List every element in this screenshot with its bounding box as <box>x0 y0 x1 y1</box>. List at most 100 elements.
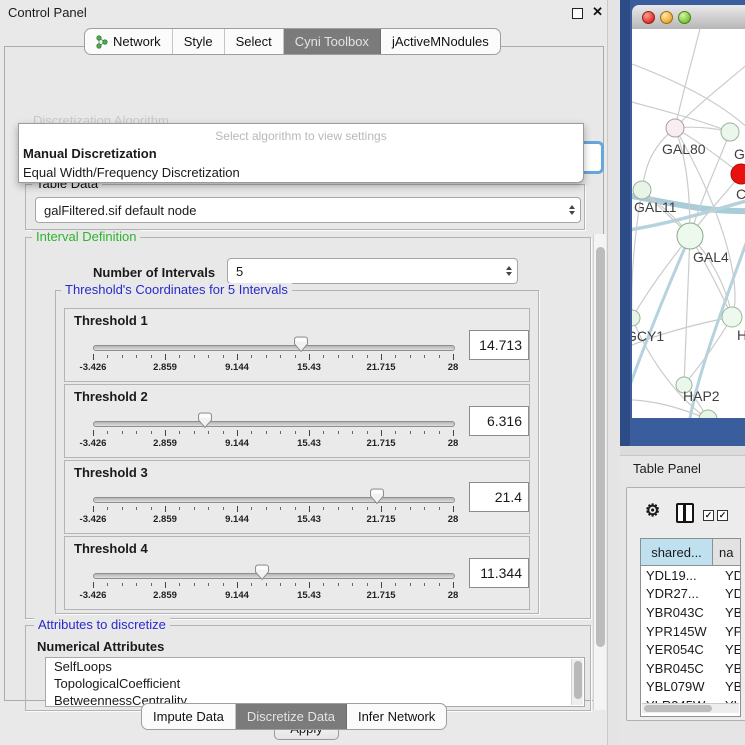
table-panel-title: Table Panel <box>633 461 701 476</box>
close-icon[interactable]: ✕ <box>592 4 603 20</box>
network-node-bottom-node[interactable] <box>699 410 717 418</box>
columns-icon[interactable] <box>676 503 694 523</box>
threshold-slider-track[interactable] <box>93 497 455 503</box>
bottom-tab-bar: Impute DataDiscretize DataInfer Network <box>141 703 447 730</box>
tab-discretize-data[interactable]: Discretize Data <box>236 704 347 729</box>
table-hscrollbar[interactable] <box>642 703 739 713</box>
threshold-slider-thumb[interactable] <box>254 564 270 581</box>
cell-name[interactable]: YER0 <box>718 640 740 659</box>
tick-mark <box>194 507 195 510</box>
threshold-slider-track[interactable] <box>93 345 455 351</box>
attribute-item-topologicalcoefficient[interactable]: TopologicalCoefficient <box>46 675 584 692</box>
checkbox-icon[interactable]: ✓ <box>717 510 728 521</box>
threshold-label: Threshold 3 <box>74 465 148 480</box>
scrollbar-thumb[interactable] <box>574 661 582 699</box>
network-canvas[interactable]: GAL80GACGAL11GAL4GCY1HHAP2 <box>632 29 745 418</box>
attribute-item-selfloops[interactable]: SelfLoops <box>46 658 584 675</box>
threshold-slider-track[interactable] <box>93 573 455 579</box>
table-row[interactable]: YBR045CYBR0 <box>641 659 740 678</box>
scrollbar-thumb[interactable] <box>644 705 712 712</box>
threshold-slider-thumb[interactable] <box>369 488 385 505</box>
tick-mark <box>237 354 238 360</box>
cell-name[interactable]: YBR0 <box>718 603 740 622</box>
table-row[interactable]: YDR27...YDR2 <box>641 585 740 604</box>
tick-label: 15.43 <box>297 514 321 525</box>
cell-name[interactable]: YDR2 <box>718 585 740 604</box>
threshold-slider-thumb[interactable] <box>293 336 309 353</box>
algorithm-option-manual-discretization[interactable]: Manual Discretization <box>19 145 583 162</box>
tick-label: -3.426 <box>80 438 107 449</box>
attributes-scrollbar[interactable] <box>571 659 583 705</box>
threshold-slider-track[interactable] <box>93 421 455 427</box>
tab-cyni-toolbox[interactable]: Cyni Toolbox <box>284 29 381 54</box>
table-row[interactable]: YPR145WYPR1 <box>641 622 740 641</box>
network-node-gcy1[interactable] <box>632 310 640 326</box>
network-node-top-node[interactable] <box>721 123 739 141</box>
network-window-titlebar[interactable] <box>632 5 745 30</box>
tab-impute-data[interactable]: Impute Data <box>142 704 236 729</box>
spinner-icon[interactable] <box>564 205 580 215</box>
network-node-gal80[interactable] <box>666 119 684 137</box>
cell-shared-name[interactable]: YBR045C <box>641 659 718 678</box>
tick-mark <box>194 431 195 434</box>
cell-name[interactable]: YDL1 <box>718 566 740 585</box>
tab-network[interactable]: Network <box>85 29 173 54</box>
cell-name[interactable]: YBL0 <box>718 678 740 697</box>
number-of-intervals-combobox[interactable]: 5 <box>227 258 518 284</box>
threshold-value-field[interactable]: 21.4 <box>469 482 529 512</box>
tab-style[interactable]: Style <box>173 29 225 54</box>
threshold-slider-thumb[interactable] <box>197 412 213 429</box>
cell-name[interactable]: YPR1 <box>718 622 740 641</box>
algorithm-option-equal-width-frequency-discretization[interactable]: Equal Width/Frequency Discretization <box>19 164 583 181</box>
network-node-gal4[interactable] <box>677 223 703 249</box>
tick-label: 28 <box>448 590 459 601</box>
cell-shared-name[interactable]: YER054C <box>641 640 718 659</box>
tick-mark <box>323 507 324 510</box>
threshold-value-field[interactable]: 6.316 <box>469 406 529 436</box>
minimize-traffic-light[interactable] <box>660 11 673 24</box>
tick-mark <box>424 431 425 434</box>
table-row[interactable]: YDL19...YDL1 <box>641 566 740 585</box>
slider-tick-labels: -3.4262.8599.14415.4321.71528 <box>93 590 453 602</box>
tick-mark <box>165 506 166 512</box>
tick-mark <box>381 506 382 512</box>
numerical-attributes-list[interactable]: SelfLoopsTopologicalCoefficientBetweenne… <box>45 657 585 707</box>
close-traffic-light[interactable] <box>642 11 655 24</box>
tick-mark <box>107 431 108 434</box>
tab-jactivemnodules[interactable]: jActiveMNodules <box>381 29 500 54</box>
table-row[interactable]: YER054CYER0 <box>641 640 740 659</box>
threshold-value-field[interactable]: 14.713 <box>469 330 529 360</box>
cell-shared-name[interactable]: YDR27... <box>641 585 718 604</box>
threshold-value-field[interactable]: 11.344 <box>469 558 529 588</box>
table-data-combobox[interactable]: galFiltered.sif default node <box>35 197 581 223</box>
network-node-gal11[interactable] <box>633 181 651 199</box>
cell-shared-name[interactable]: YDL19... <box>641 566 718 585</box>
tab-infer-network[interactable]: Infer Network <box>347 704 446 729</box>
zoom-traffic-light[interactable] <box>678 11 691 24</box>
table-rows: YDL19...YDL1YDR27...YDR2YBR043CYBR0YPR14… <box>641 566 740 706</box>
cell-shared-name[interactable]: YBL079W <box>641 678 718 697</box>
cell-shared-name[interactable]: YPR145W <box>641 622 718 641</box>
attributes-group-title: Attributes to discretize <box>34 618 170 632</box>
gear-icon[interactable]: ⚙ <box>645 502 660 519</box>
float-window-icon[interactable] <box>572 8 583 19</box>
tick-mark <box>280 355 281 358</box>
checkbox-icon[interactable]: ✓ <box>703 510 714 521</box>
tick-mark <box>136 431 137 434</box>
panel-scrollbar[interactable] <box>593 234 606 710</box>
cell-shared-name[interactable]: YBR043C <box>641 603 718 622</box>
tick-mark <box>208 507 209 510</box>
spinner-icon[interactable] <box>501 266 517 276</box>
network-node-h-node[interactable] <box>722 307 742 327</box>
network-node-red-node[interactable] <box>731 164 745 184</box>
table-row[interactable]: YBR043CYBR0 <box>641 603 740 622</box>
cell-name[interactable]: YBR0 <box>718 659 740 678</box>
column-header-name[interactable]: na <box>713 539 740 565</box>
column-header-shared-name[interactable]: shared... <box>641 539 713 565</box>
table-row[interactable]: YBL079WYBL0 <box>641 678 740 697</box>
node-label-gal11: GAL11 <box>634 199 677 215</box>
tick-mark <box>251 355 252 358</box>
tick-mark <box>165 582 166 588</box>
scrollbar-thumb[interactable] <box>596 247 605 647</box>
tab-select[interactable]: Select <box>225 29 284 54</box>
